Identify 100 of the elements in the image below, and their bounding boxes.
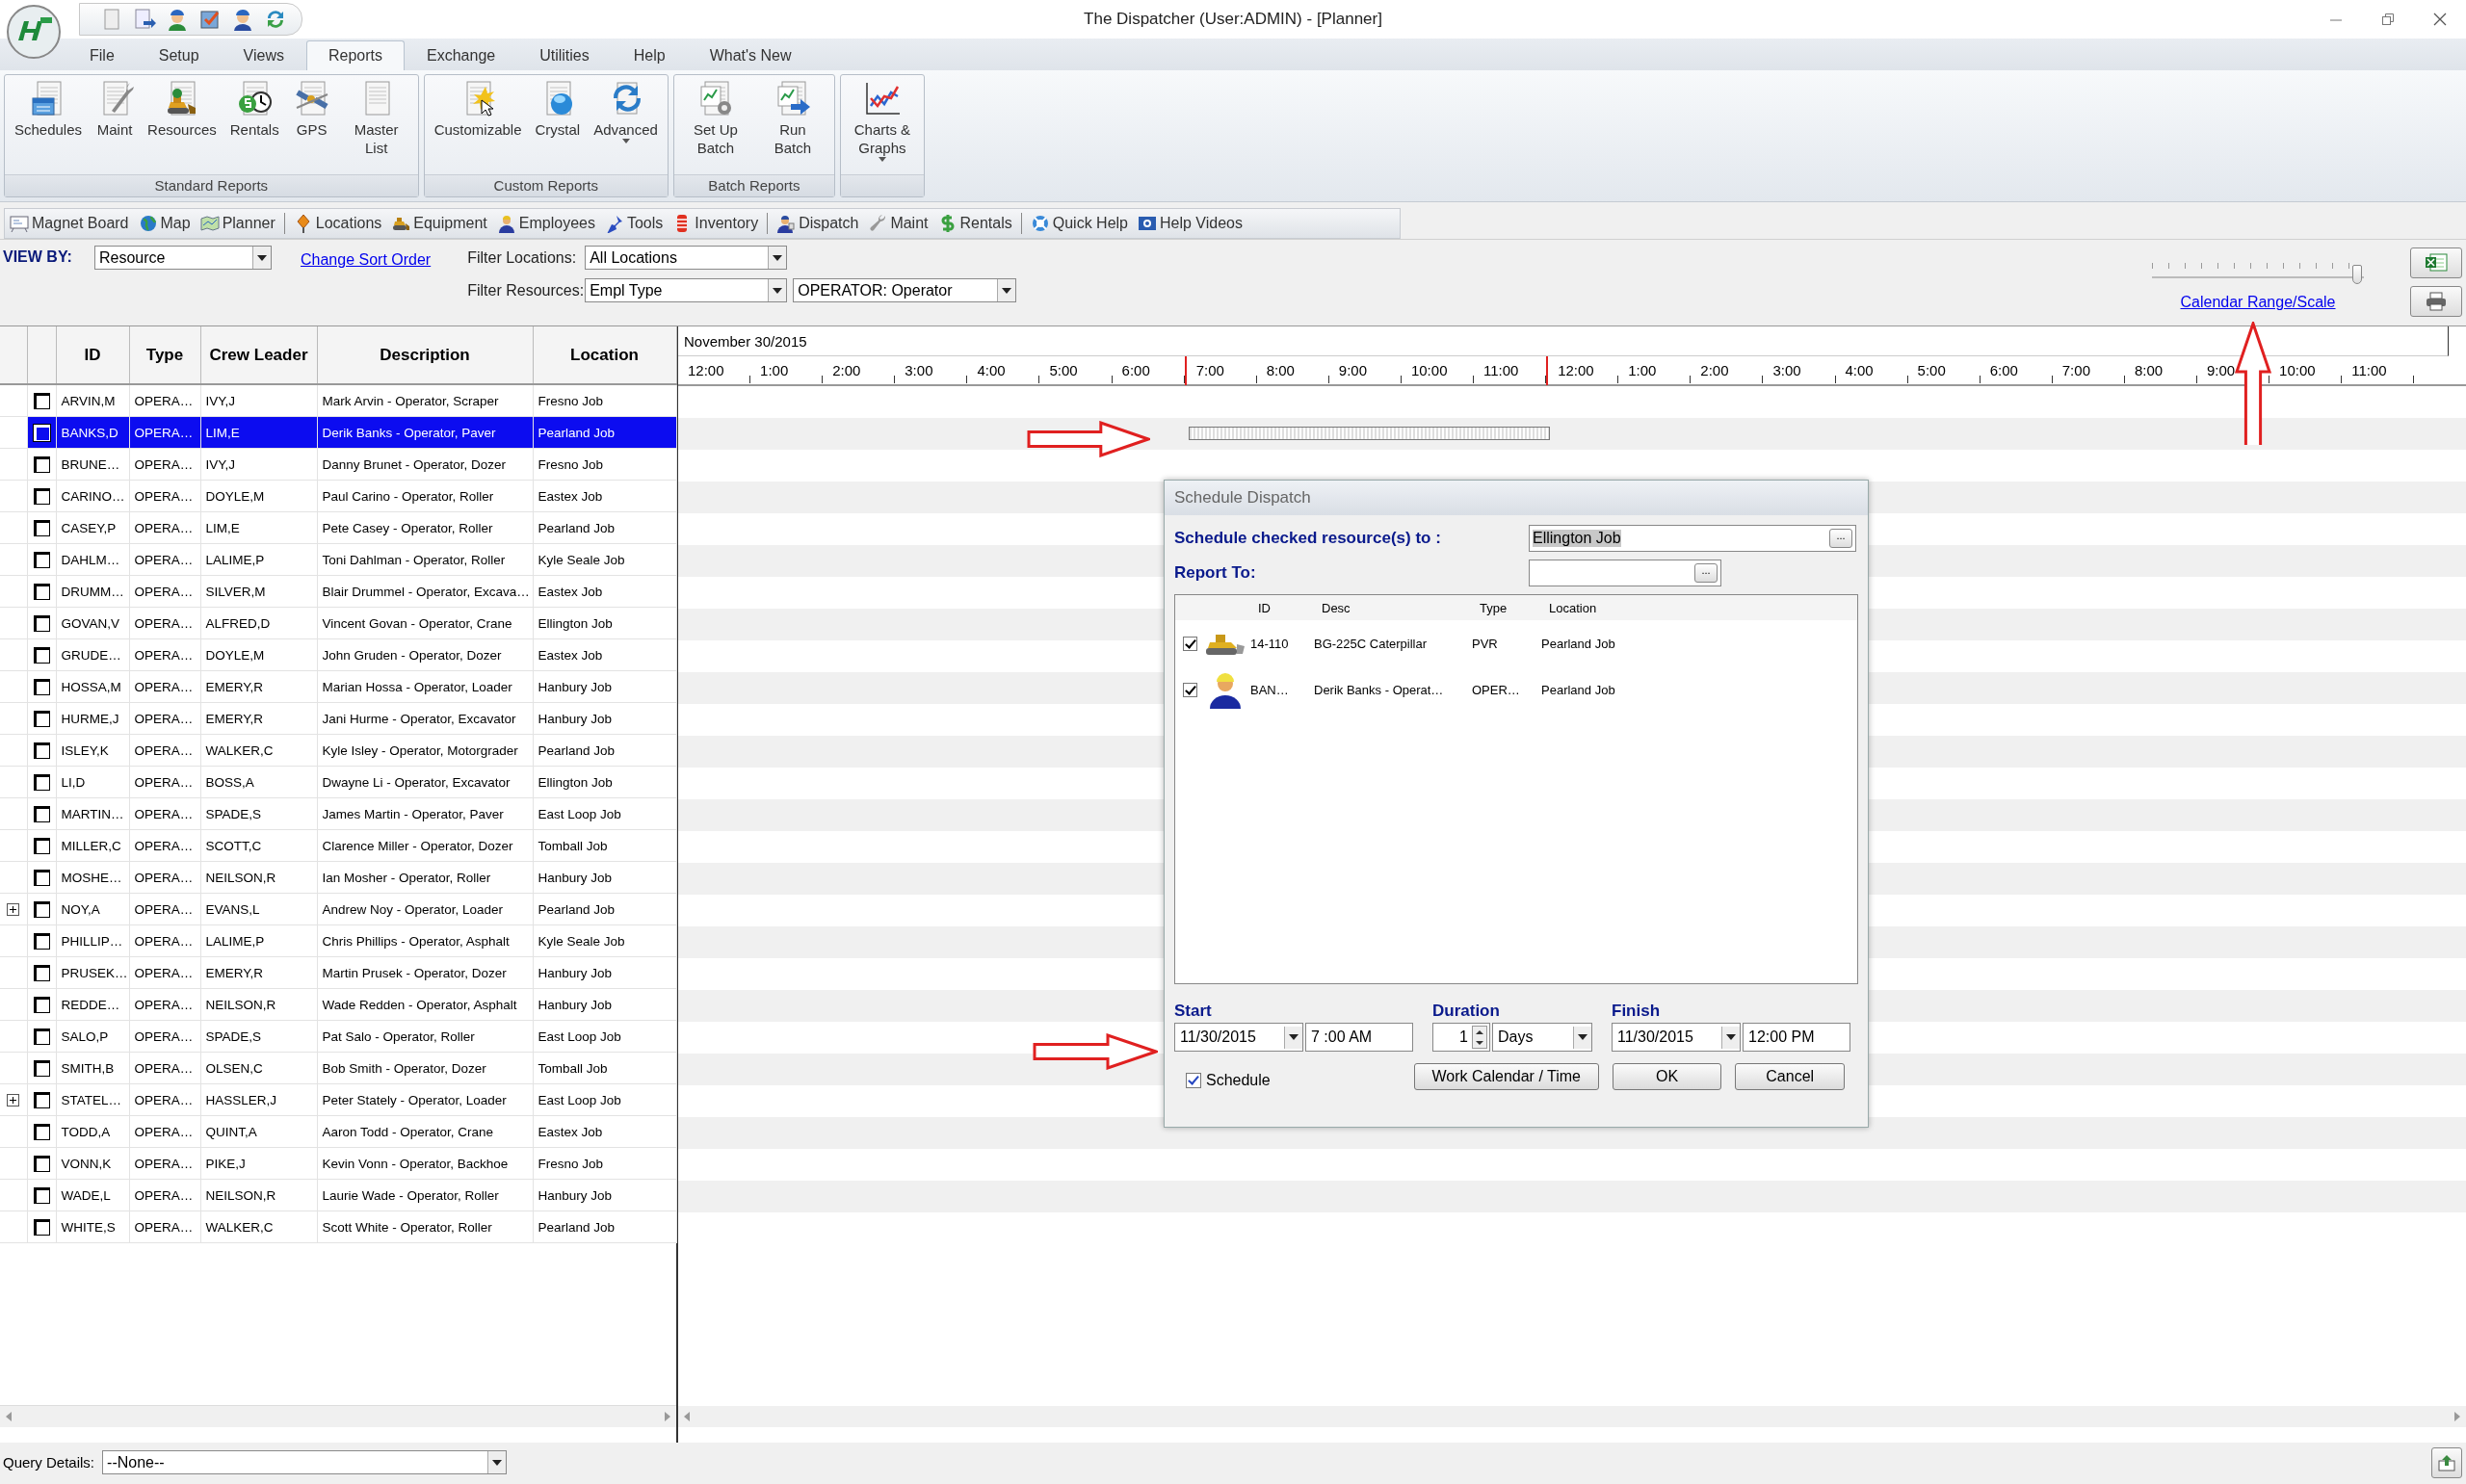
toolbar-button[interactable]: Inventory [668, 214, 764, 233]
row-checkbox[interactable] [33, 932, 50, 950]
row-checkbox[interactable] [33, 1123, 50, 1140]
row-checkbox[interactable] [33, 1218, 50, 1236]
row-checkbox[interactable] [33, 773, 50, 791]
row-checkbox[interactable] [33, 1028, 50, 1045]
ribbon-button[interactable]: Customizable [427, 77, 529, 174]
document-arrow-icon[interactable] [132, 7, 157, 32]
slider-thumb[interactable] [2352, 265, 2363, 284]
dialog-button[interactable]: Cancel [1735, 1063, 1845, 1090]
toolbar-button[interactable]: Equipment [386, 214, 492, 233]
item-checkbox[interactable] [1183, 682, 1197, 697]
calendar-scale-link[interactable]: Calendar Range/Scale [2180, 294, 2336, 311]
row-checkbox[interactable] [33, 1091, 50, 1108]
menu-tab[interactable]: File [67, 40, 137, 70]
location-dropdown[interactable]: All Locations [585, 246, 788, 270]
upload-button[interactable] [2431, 1446, 2462, 1478]
toolbar-button[interactable]: Locations [288, 214, 387, 233]
column-header[interactable]: Crew Leader [200, 326, 317, 384]
row-checkbox[interactable] [33, 996, 50, 1013]
ribbon-button[interactable]: GPS [285, 77, 338, 174]
menu-tab[interactable]: Setup [136, 40, 222, 70]
toolbar-button[interactable]: Magnet Board [5, 214, 134, 233]
item-checkbox[interactable] [1183, 636, 1197, 651]
column-header[interactable]: Type [129, 326, 200, 384]
menu-tab[interactable]: What's New [687, 40, 814, 70]
toolbar-button[interactable]: Tools [599, 214, 669, 233]
column-header[interactable]: Description [317, 326, 533, 384]
row-checkbox[interactable] [33, 519, 50, 536]
row-checkbox[interactable] [33, 583, 50, 600]
row-checkbox[interactable] [33, 1186, 50, 1204]
row-checkbox[interactable] [33, 614, 50, 632]
ribbon-button[interactable]: Run Batch [753, 77, 831, 174]
row-checkbox[interactable] [33, 1155, 50, 1172]
start-time-field[interactable]: 7 :00 AM [1305, 1023, 1413, 1052]
schedule-checkbox[interactable] [1186, 1073, 1201, 1088]
row-checkbox[interactable] [33, 392, 50, 409]
report-to-field[interactable]: ... [1529, 560, 1721, 586]
toolbar-button[interactable]: Help Videos [1133, 214, 1247, 233]
restore-icon[interactable] [2381, 13, 2395, 26]
row-checkbox[interactable] [33, 1059, 50, 1077]
ribbon-button[interactable]: Resources [141, 77, 223, 174]
toolbar-button[interactable]: Dispatch [772, 214, 864, 233]
destination-field[interactable]: Ellington Job ... [1529, 525, 1856, 552]
expand-button[interactable] [7, 1093, 20, 1106]
menu-tab[interactable]: Exchange [405, 40, 518, 70]
browse-button[interactable]: ... [1694, 563, 1718, 583]
spin-up-icon[interactable] [1476, 1029, 1483, 1034]
row-checkbox[interactable] [33, 869, 50, 886]
toolbar-button[interactable]: Maint [863, 214, 933, 233]
scale-slider[interactable] [2152, 261, 2364, 284]
row-checkbox[interactable] [33, 551, 50, 568]
ribbon-button[interactable]: Rentals [223, 77, 286, 174]
toolbar-button[interactable]: Quick Help [1025, 214, 1133, 233]
close-icon[interactable] [2433, 13, 2447, 26]
toolbar-button[interactable]: Planner [195, 214, 280, 233]
menu-tab[interactable]: Views [221, 40, 306, 70]
ribbon-button[interactable]: Set Up Batch [676, 77, 754, 174]
finish-time-field[interactable]: 12:00 PM [1743, 1023, 1850, 1052]
view-by-dropdown[interactable]: Resource [94, 246, 272, 270]
toolbar-button[interactable]: Rentals [932, 214, 1017, 233]
ribbon-button[interactable]: Advanced [587, 77, 665, 174]
row-checkbox[interactable] [33, 487, 50, 505]
finish-date-field[interactable]: 11/30/2015 [1612, 1023, 1741, 1052]
sort-order-link[interactable]: Change Sort Order [301, 251, 432, 325]
duration-unit-dropdown[interactable]: Days [1492, 1023, 1592, 1052]
ribbon-button[interactable]: Schedules [8, 77, 90, 174]
spin-down-icon[interactable] [1476, 1040, 1483, 1045]
menu-tab[interactable]: Utilities [517, 40, 612, 70]
column-header[interactable]: ID [56, 326, 129, 384]
row-checkbox[interactable] [33, 710, 50, 727]
row-checkbox[interactable] [33, 456, 50, 473]
export-button[interactable] [2410, 247, 2462, 278]
row-checkbox[interactable] [33, 646, 50, 664]
ribbon-button[interactable]: Charts & Graphs [843, 77, 921, 174]
start-date-field[interactable]: 11/30/2015 [1174, 1023, 1303, 1052]
row-checkbox[interactable] [33, 900, 50, 918]
row-checkbox[interactable] [33, 678, 50, 695]
menu-tab[interactable]: Help [611, 40, 688, 70]
print-button[interactable] [2410, 286, 2462, 317]
pending-schedule-bar[interactable] [1188, 427, 1551, 440]
resource-type-dropdown[interactable]: Empl Type [585, 278, 788, 302]
operator-filter-dropdown[interactable]: OPERATOR: Operator [793, 278, 1017, 302]
row-checkbox[interactable] [33, 742, 50, 759]
duration-field[interactable]: 1 [1432, 1023, 1490, 1052]
expand-button[interactable] [7, 902, 20, 916]
row-checkbox[interactable] [33, 837, 50, 854]
row-checkbox[interactable] [33, 964, 50, 981]
query-dropdown[interactable]: --None-- [102, 1450, 508, 1474]
row-checkbox[interactable] [33, 805, 50, 822]
dialog-button[interactable]: OK [1612, 1063, 1722, 1090]
menu-tab[interactable]: Reports [306, 40, 405, 70]
toolbar-button[interactable]: Map [133, 214, 196, 233]
ribbon-button[interactable]: Maint [89, 77, 142, 174]
ribbon-button[interactable]: Master List [337, 77, 415, 174]
browse-button[interactable]: ... [1829, 529, 1852, 548]
dialog-button[interactable]: Work Calendar / Time [1413, 1063, 1599, 1090]
toolbar-button[interactable]: Employees [491, 214, 600, 233]
ribbon-button[interactable]: Crystal [528, 77, 588, 174]
column-header[interactable]: Location [533, 326, 676, 384]
